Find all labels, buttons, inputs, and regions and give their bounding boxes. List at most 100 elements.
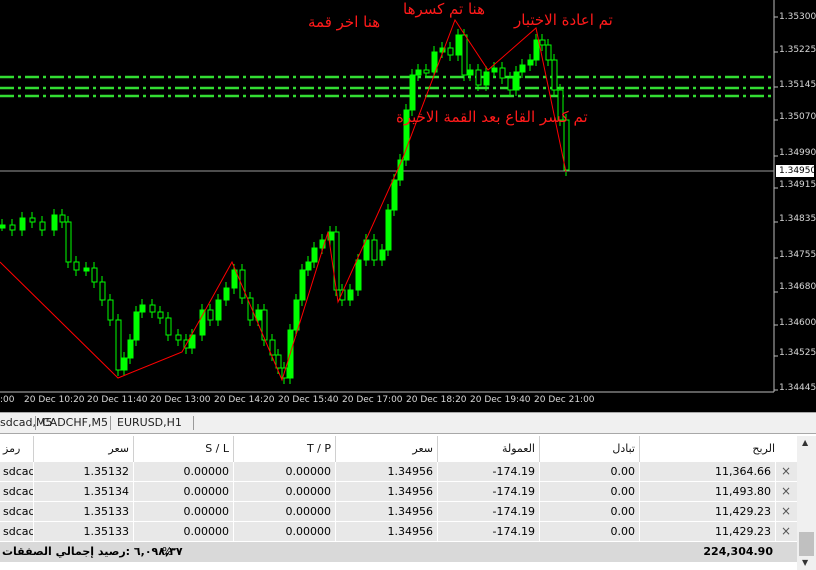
candle-body [73,261,80,271]
cell-swap: 0.00 [540,522,640,541]
candle-body [455,34,462,56]
time-tick-label: :00 [0,395,15,405]
tab-separator [193,416,194,430]
scroll-up-icon[interactable]: ▲ [802,438,808,447]
candle-body [491,67,498,73]
cell-swap: 0.00 [540,502,640,521]
candle-body [461,34,468,76]
candle-body [121,357,128,371]
time-tick-label: 20 Dec 17:00 [342,395,403,405]
close-position-icon[interactable]: × [781,502,791,521]
candle-body [39,221,46,231]
price-tick-label: 1.34835 [779,214,816,224]
cell-profit: 11,493.80 [640,482,776,501]
tab-separator [35,416,36,430]
cell-commission: -174.19 [438,462,540,481]
cell-symbol: sdcad [0,502,34,521]
tab-cadchf-m5[interactable]: CADCHF,M5 [42,416,108,429]
candle-body [115,319,122,371]
candle-body [545,44,552,61]
candle-body [255,309,262,321]
cell-symbol: sdcad [0,482,34,501]
close-position-icon[interactable]: × [781,522,791,541]
candle-body [165,317,172,336]
candle-body [299,269,306,301]
header-symbol[interactable]: رمز [0,436,34,462]
cell-price2: 1.34956 [336,502,438,521]
cell-tp: 0.00000 [234,482,336,501]
time-tick-label: 20 Dec 19:40 [470,395,531,405]
candle-body [475,69,482,86]
time-tick-label: 20 Dec 10:20 [24,395,85,405]
header-price-current[interactable]: سعر [336,436,438,462]
candle-body [347,289,354,301]
scroll-down-icon[interactable]: ▼ [802,558,808,567]
price-tick-label: 1.35300 [779,12,816,22]
candle-body [149,304,156,313]
candle-body [483,71,490,86]
cell-sl: 0.00000 [134,482,234,501]
cell-profit: 11,429.23 [640,522,776,541]
time-tick-label: 20 Dec 13:00 [150,395,211,405]
candle-body [467,69,474,76]
total-profit: 224,304.90 [703,545,773,558]
time-tick-label: 20 Dec 14:20 [214,395,275,405]
table-row[interactable]: sdcad 1.35134 0.00000 0.00000 1.34956 -174.19… [0,482,797,502]
time-tick-label: 20 Dec 15:40 [278,395,339,405]
price-chart[interactable]: 1.35300 1.35225 1.35145 1.35070 1.34990 1.349… [0,0,816,412]
price-tick-label: 1.35225 [779,45,816,55]
header-commission[interactable]: العمولة [438,436,540,462]
price-tick-label: 1.34525 [779,348,816,358]
candle-body [0,224,6,229]
close-position-icon[interactable]: × [781,462,791,481]
table-row[interactable]: sdcad 1.35132 0.00000 0.00000 1.34956 -174.19… [0,462,797,482]
candle-body [19,217,26,231]
candle-body [223,287,230,301]
cell-profit: 11,429.23 [640,502,776,521]
scroll-thumb[interactable] [799,532,814,556]
header-sl[interactable]: S / L [134,436,234,462]
candle-body [107,299,114,321]
tab-eurusd-h1[interactable]: EURUSD,H1 [117,416,182,429]
header-tp[interactable]: T / P [234,436,336,462]
candle-body [215,299,222,321]
candle-body [519,64,526,73]
candle-body [29,217,36,223]
cell-commission: -174.19 [438,482,540,501]
price-tick-label: 1.35070 [779,112,816,122]
candle-body [551,59,558,91]
candle-body [207,309,214,321]
candle-body [99,281,106,301]
candle-body [507,77,514,91]
cell-sl: 0.00000 [134,502,234,521]
header-profit[interactable]: الربح [640,436,797,462]
total-row: ٦,٠٩٨,٣٧ :رصيد إجمالي الصفقات % 224,304.… [0,542,797,562]
candle-body [157,311,164,319]
candle-body [305,261,312,271]
candle-body [65,221,72,263]
candle-body [293,299,300,331]
candle-body [499,67,506,79]
candle-body [83,267,90,272]
table-row[interactable]: sdcad 1.35133 0.00000 0.00000 1.34956 -174.19… [0,502,797,522]
table-row[interactable]: sdcad 1.35133 0.00000 0.00000 1.34956 -174.19… [0,522,797,542]
price-tick-label: 1.34990 [779,148,816,158]
cell-price: 1.35134 [34,482,134,501]
cell-price: 1.35132 [34,462,134,481]
table-scrollbar[interactable]: ▲ ▼ [797,436,816,570]
cell-price2: 1.34956 [336,482,438,501]
candle-body [513,71,520,91]
candle-body [379,249,386,261]
annotation-last-top: هنا اخر قمة [308,13,381,31]
cell-profit: 11,364.66 [640,462,776,481]
header-swap[interactable]: تبادل [540,436,640,462]
cell-symbol: sdcad [0,462,34,481]
header-price[interactable]: سعر [34,436,134,462]
candle-body [51,214,58,231]
time-tick-label: 20 Dec 18:20 [406,395,467,405]
candle-body [409,74,416,111]
close-position-icon[interactable]: × [781,482,791,501]
candle-body [539,39,546,46]
annotation-break-after-top: تم كسر القاع بعد القمة الاخيرة [396,108,588,126]
chart-canvas[interactable] [0,0,816,412]
